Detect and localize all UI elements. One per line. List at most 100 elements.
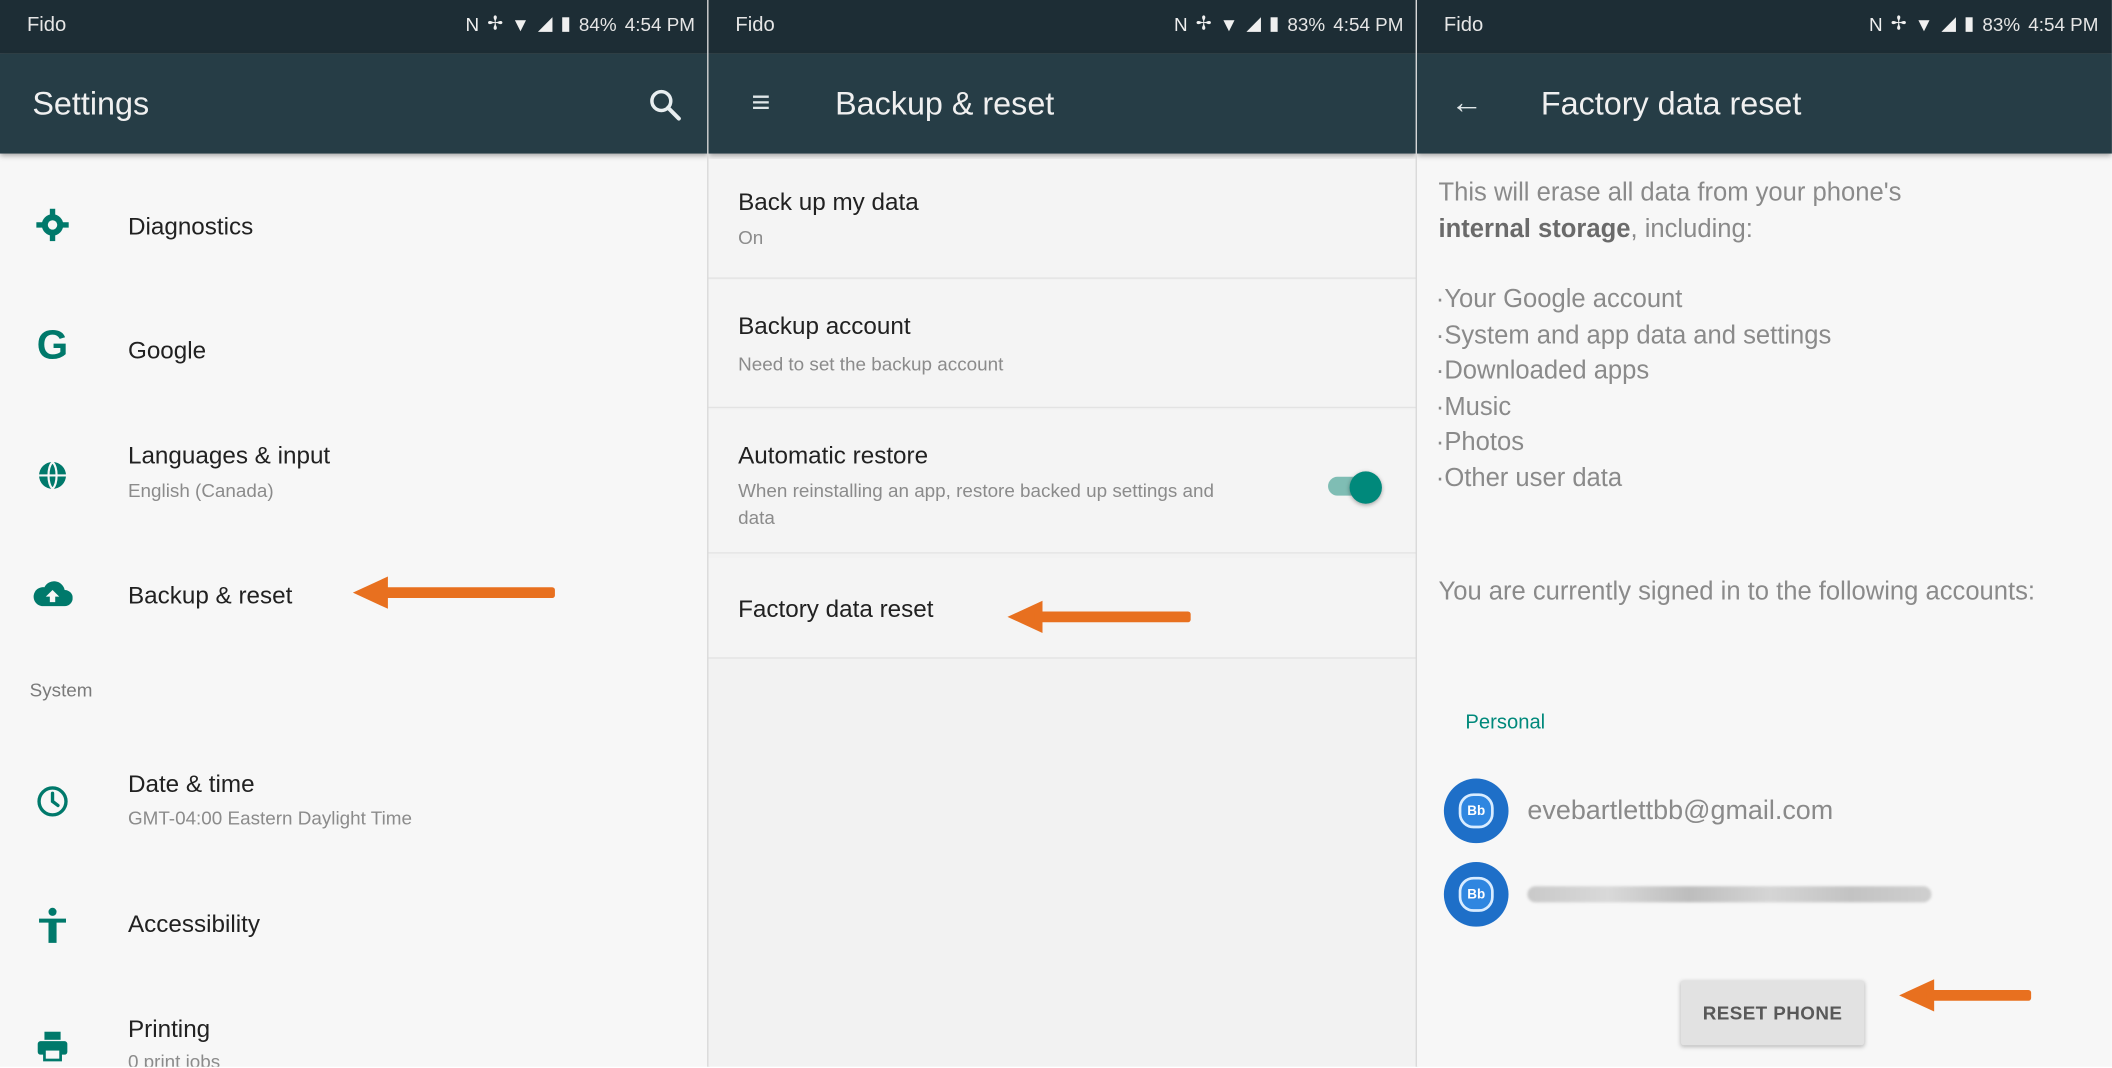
intro-text-suffix: , including: xyxy=(1630,215,1753,244)
redacted-account xyxy=(1527,886,1932,903)
status-icons: N ✢ ▼ ◢ ▮ 84% 4:54 PM xyxy=(466,12,695,35)
account-row: Bb evebartlettbb@gmail.com xyxy=(1443,778,1834,844)
erase-items-list: ·Your Google account ·System and app dat… xyxy=(1436,283,1832,497)
row-subtitle: On xyxy=(738,226,764,248)
list-item: ·Photos xyxy=(1435,428,1524,457)
reset-phone-button[interactable]: RESET PHONE xyxy=(1680,980,1865,1046)
factory-reset-screen: Fido N ✢ ▼ ◢ ▮ 83% 4:54 PM ← Factory dat… xyxy=(1416,0,2112,1067)
sync-icon: ✢ xyxy=(487,12,504,34)
section-header-system: System xyxy=(29,678,93,701)
list-item: ·Your Google account xyxy=(1435,285,1683,314)
battery-percent: 83% xyxy=(1982,12,2021,35)
list-item: ·System and app data and settings xyxy=(1435,321,1832,350)
settings-item-subtitle: GMT-04:00 Eastern Daylight Time xyxy=(127,806,412,829)
carrier-label: Fido xyxy=(735,13,775,37)
globe-icon xyxy=(32,455,72,495)
backup-row-automatic-restore[interactable]: Automatic restore When reinstalling an a… xyxy=(708,409,1417,554)
battery-icon: ▮ xyxy=(1268,12,1280,34)
settings-item-languages[interactable]: Languages & input English (Canada) xyxy=(0,426,708,528)
wifi-icon: ▼ xyxy=(1914,12,1934,35)
personal-label: Personal xyxy=(1465,711,1546,735)
battery-percent: 83% xyxy=(1287,12,1326,35)
list-item: ·Downloaded apps xyxy=(1435,356,1650,386)
signal-icon: ◢ xyxy=(1246,12,1261,34)
clock-time: 4:54 PM xyxy=(1333,12,1404,35)
settings-item-accessibility[interactable]: Accessibility xyxy=(0,881,708,975)
row-label: Automatic restore xyxy=(738,441,929,469)
row-label: Back up my data xyxy=(738,188,919,216)
screenshot-stage: Fido N ✢ ▼ ◢ ▮ 84% 4:54 PM Settings Diag… xyxy=(0,0,2112,1067)
row-label: Factory data reset xyxy=(738,595,934,623)
account-email: evebartlettbb@gmail.com xyxy=(1527,795,1834,825)
signal-icon: ◢ xyxy=(1941,12,1956,34)
signal-icon: ◢ xyxy=(537,12,553,34)
status-bar: Fido N ✢ ▼ ◢ ▮ 84% 4:54 PM xyxy=(0,0,709,54)
status-icons: N ✢ ▼ ◢ ▮ 83% 4:54 PM xyxy=(1174,12,1403,35)
wifi-icon: ▼ xyxy=(511,12,530,35)
carrier-label: Fido xyxy=(26,13,67,37)
backup-row-back-up-my-data[interactable]: Back up my data On xyxy=(708,158,1417,279)
avatar: Bb xyxy=(1443,778,1509,844)
signed-in-text: You are currently signed in to the follo… xyxy=(1438,577,2036,607)
cloud-upload-icon xyxy=(32,574,73,614)
settings-item-subtitle: English (Canada) xyxy=(127,479,274,502)
battery-icon: ▮ xyxy=(1963,12,1975,34)
annotation-arrow xyxy=(1007,600,1191,634)
sync-icon: ✢ xyxy=(1195,12,1212,34)
settings-item-diagnostics[interactable]: Diagnostics xyxy=(0,175,708,277)
nfc-icon: N xyxy=(1868,12,1883,35)
settings-item-printing[interactable]: Printing 0 print jobs xyxy=(0,997,708,1067)
page-title: Backup & reset xyxy=(835,86,1055,123)
account-row-redacted: Bb xyxy=(1443,862,1932,927)
menu-icon[interactable]: ≡ xyxy=(738,81,784,127)
nfc-icon: N xyxy=(465,12,480,35)
google-icon: G xyxy=(36,323,69,368)
page-title: Factory data reset xyxy=(1540,86,1802,123)
settings-item-label: Diagnostics xyxy=(127,212,254,240)
clock-time: 4:54 PM xyxy=(624,12,696,35)
status-icons: N ✢ ▼ ◢ ▮ 83% 4:54 PM xyxy=(1869,12,2098,35)
battery-percent: 84% xyxy=(578,12,617,35)
settings-item-label: Date & time xyxy=(127,770,255,798)
battery-icon: ▮ xyxy=(560,12,571,34)
settings-item-date-time[interactable]: Date & time GMT-04:00 Eastern Daylight T… xyxy=(0,749,708,857)
row-subtitle: When reinstalling an app, restore backed… xyxy=(738,479,1215,528)
gear-icon xyxy=(32,205,72,245)
sync-icon: ✢ xyxy=(1890,12,1907,34)
settings-screen: Fido N ✢ ▼ ◢ ▮ 84% 4:54 PM Settings Diag… xyxy=(0,0,709,1067)
annotation-arrow xyxy=(1899,979,2032,1012)
back-arrow-icon[interactable]: ← xyxy=(1444,81,1490,127)
intro-text: This will erase all data from your phone… xyxy=(1438,179,1902,208)
page-title: Settings xyxy=(32,86,150,123)
settings-item-google[interactable]: G Google xyxy=(0,299,708,401)
wifi-icon: ▼ xyxy=(1219,12,1239,35)
list-item: ·Music xyxy=(1435,392,1512,421)
settings-item-label: Languages & input xyxy=(127,441,331,469)
search-icon[interactable] xyxy=(647,86,685,124)
settings-item-label: Accessibility xyxy=(127,910,260,938)
settings-item-label: Google xyxy=(127,336,207,364)
backup-row-backup-account[interactable]: Backup account Need to set the backup ac… xyxy=(708,280,1417,409)
status-bar: Fido N ✢ ▼ ◢ ▮ 83% 4:54 PM xyxy=(1416,0,2112,54)
settings-item-label: Backup & reset xyxy=(127,581,293,609)
row-label: Backup account xyxy=(738,312,911,340)
automatic-restore-toggle[interactable] xyxy=(1328,471,1382,504)
settings-app-bar: Settings xyxy=(0,53,709,154)
factory-reset-app-bar: ← Factory data reset xyxy=(1416,53,2112,154)
status-bar: Fido N ✢ ▼ ◢ ▮ 83% 4:54 PM xyxy=(708,0,1417,54)
avatar: Bb xyxy=(1443,862,1509,927)
printer-icon xyxy=(32,1026,72,1066)
accessibility-icon xyxy=(32,905,72,945)
settings-item-subtitle: 0 print jobs xyxy=(127,1050,221,1067)
erase-warning-text: This will erase all data from your phone… xyxy=(1438,175,2090,248)
annotation-arrow xyxy=(352,576,555,609)
carrier-label: Fido xyxy=(1443,13,1484,37)
settings-item-label: Printing xyxy=(127,1015,211,1043)
list-item: ·Other user data xyxy=(1435,464,1623,493)
backup-reset-app-bar: ≡ Backup & reset xyxy=(708,53,1417,154)
nfc-icon: N xyxy=(1173,12,1188,35)
intro-bold-text: internal storage xyxy=(1438,215,1631,244)
clock-time: 4:54 PM xyxy=(2028,12,2099,35)
clock-icon xyxy=(32,781,72,821)
backup-reset-screen: Fido N ✢ ▼ ◢ ▮ 83% 4:54 PM ≡ Backup & re… xyxy=(708,0,1417,1067)
